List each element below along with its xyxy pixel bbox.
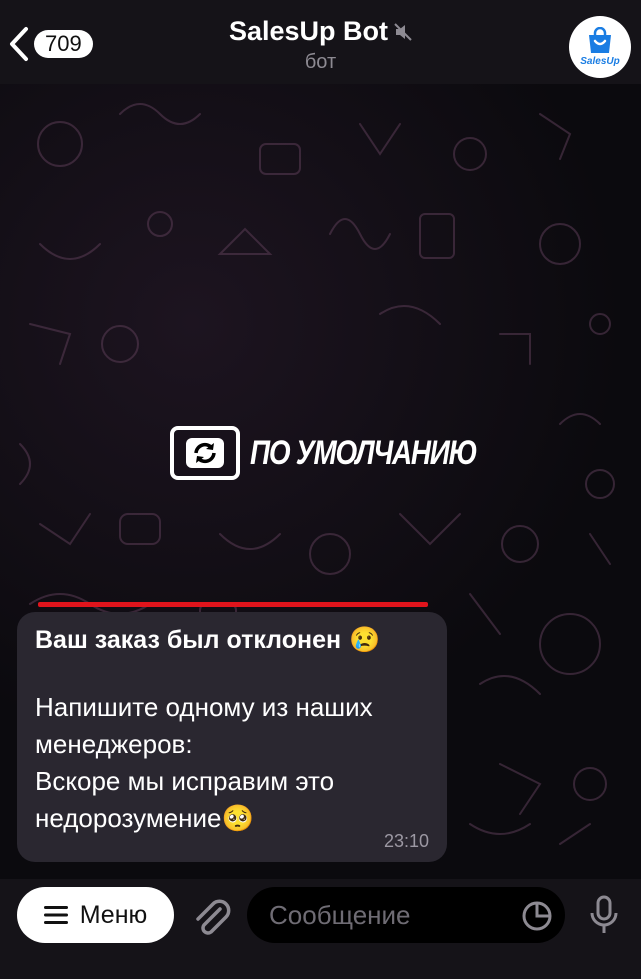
message-line: Напишите одному из наших <box>35 692 373 722</box>
microphone-icon[interactable] <box>588 895 620 937</box>
shopping-bag-icon <box>589 27 611 53</box>
watermark-overlay: ПО УМОЛЧАНИЮ <box>170 426 526 480</box>
message-input-placeholder: Сообщение <box>269 899 411 930</box>
paperclip-icon[interactable] <box>190 897 232 939</box>
sticker-icon[interactable] <box>521 900 553 932</box>
message-timestamp: 23:10 <box>383 831 429 851</box>
bot-avatar[interactable]: SalesUp <box>569 16 631 78</box>
message-bubble[interactable]: Ваш заказ был отклонен 😢 Напишите одному… <box>17 612 447 862</box>
message-title-row: Ваш заказ был отклонен 😢 <box>35 624 429 656</box>
chat-title: SalesUp Bot <box>228 16 389 46</box>
message-line: Вскоре мы исправим это <box>35 766 335 796</box>
menu-button[interactable]: Меню <box>17 887 174 943</box>
message-title: Ваш заказ был отклонен <box>35 626 342 654</box>
chat-header: 709 SalesUp Bot бот SalesUp <box>0 0 641 84</box>
chat-title-block[interactable]: SalesUp Bot бот <box>0 16 641 74</box>
refresh-icon <box>170 426 240 480</box>
crying-emoji: 😢 <box>349 626 381 654</box>
red-highlight-line <box>38 602 428 607</box>
menu-label: Меню <box>79 900 148 929</box>
watermark-text: ПО УМОЛЧАНИЮ <box>250 433 478 472</box>
avatar-brand-text: SalesUp <box>580 56 620 67</box>
muted-speaker-icon <box>394 22 412 41</box>
composer-bar: Меню Сообщение <box>0 879 641 979</box>
message-line-last: недорозумение🥺 <box>35 800 429 837</box>
message-input[interactable]: Сообщение <box>247 887 565 943</box>
message-line: недорозумение <box>35 803 222 833</box>
pleading-emoji: 🥺 <box>221 803 254 833</box>
hamburger-icon <box>43 906 68 924</box>
message-body: Напишите одному из наших менеджеров: Вск… <box>35 689 429 837</box>
chat-subtitle: бот <box>304 51 337 73</box>
message-line: менеджеров: <box>35 729 193 759</box>
